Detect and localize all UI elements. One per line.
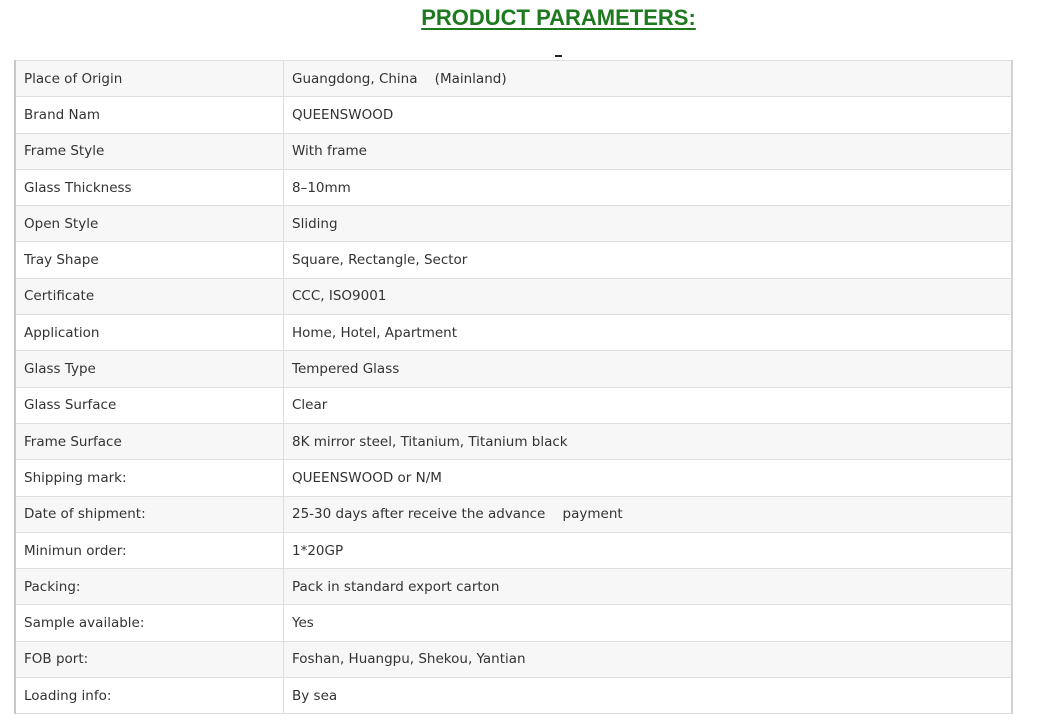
- param-value: Yes: [283, 604, 1013, 642]
- table-row: Application Home, Hotel, Apartment: [14, 314, 1013, 352]
- param-value: Guangdong, China (Mainland): [283, 59, 1013, 98]
- param-label: Minimun order:: [14, 531, 284, 570]
- param-label: Glass Thickness: [14, 168, 284, 207]
- table-row: Sample available: Yes: [14, 604, 1013, 642]
- param-value: Foshan, Huangpu, Shekou, Yantian: [283, 640, 1013, 679]
- param-value: 8–10mm: [283, 168, 1013, 207]
- table-row: Date of shipment: 25-30 days after recei…: [14, 495, 1013, 533]
- table-row: Packing: Pack in standard export carton: [14, 568, 1013, 606]
- param-label: Brand Nam: [14, 96, 284, 134]
- param-label: Date of shipment:: [14, 495, 284, 533]
- table-row: Frame Style With frame: [14, 132, 1013, 170]
- parameters-table: Place of Origin Guangdong, China (Mainla…: [14, 59, 1013, 715]
- table-row: Glass Thickness 8–10mm: [14, 168, 1013, 207]
- param-value: 25-30 days after receive the advance pay…: [283, 495, 1013, 533]
- table-row: Brand Nam QUEENSWOOD: [14, 96, 1013, 134]
- param-value: Sliding: [283, 205, 1013, 243]
- table-row: Shipping mark: QUEENSWOOD or N/M: [14, 459, 1013, 497]
- param-label: Shipping mark:: [14, 459, 284, 497]
- param-value: QUEENSWOOD or N/M: [283, 459, 1013, 497]
- param-label: Tray Shape: [14, 241, 284, 279]
- param-value: By sea: [283, 677, 1013, 715]
- table-row: Glass Surface Clear: [14, 386, 1013, 424]
- param-label: Loading info:: [14, 677, 284, 715]
- table-row: Minimun order: 1*20GP: [14, 531, 1013, 570]
- param-label: Glass Type: [14, 350, 284, 388]
- param-value: CCC, ISO9001: [283, 277, 1013, 316]
- param-label: FOB port:: [14, 640, 284, 679]
- table-row: Loading info: By sea: [14, 677, 1013, 715]
- param-label: Frame Style: [14, 132, 284, 170]
- table-row: Certificate CCC, ISO9001: [14, 277, 1013, 316]
- table-row: Place of Origin Guangdong, China (Mainla…: [14, 59, 1013, 98]
- param-value: QUEENSWOOD: [283, 96, 1013, 134]
- param-label: Sample available:: [14, 604, 284, 642]
- param-value: Clear: [283, 386, 1013, 424]
- param-value: 1*20GP: [283, 531, 1013, 570]
- param-label: Open Style: [14, 205, 284, 243]
- table-row: FOB port: Foshan, Huangpu, Shekou, Yanti…: [14, 640, 1013, 679]
- param-value: Home, Hotel, Apartment: [283, 314, 1013, 352]
- param-label: Certificate: [14, 277, 284, 316]
- param-label: Packing:: [14, 568, 284, 606]
- param-value: Square, Rectangle, Sector: [283, 241, 1013, 279]
- table-row: Frame Surface 8K mirror steel, Titanium,…: [14, 422, 1013, 461]
- param-label: Place of Origin: [14, 59, 284, 98]
- table-row: Tray Shape Square, Rectangle, Sector: [14, 241, 1013, 279]
- param-value: 8K mirror steel, Titanium, Titanium blac…: [283, 422, 1013, 461]
- table-row: Glass Type Tempered Glass: [14, 350, 1013, 388]
- param-label: Application: [14, 314, 284, 352]
- param-value: Tempered Glass: [283, 350, 1013, 388]
- param-value: With frame: [283, 132, 1013, 170]
- param-label: Frame Surface: [14, 422, 284, 461]
- page-title: PRODUCT PARAMETERS:: [421, 5, 696, 30]
- param-label: Glass Surface: [14, 386, 284, 424]
- table-row: Open Style Sliding: [14, 205, 1013, 243]
- title-divider: [555, 55, 562, 57]
- param-value: Pack in standard export carton: [283, 568, 1013, 606]
